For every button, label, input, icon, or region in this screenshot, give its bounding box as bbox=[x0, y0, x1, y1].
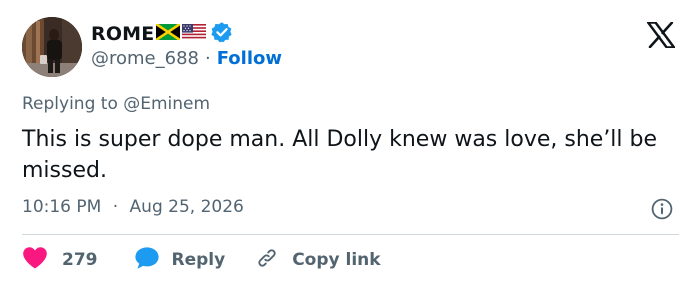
info-icon[interactable] bbox=[651, 198, 673, 220]
reply-button[interactable]: Reply bbox=[134, 246, 226, 275]
author-handle[interactable]: @rome_688 bbox=[91, 48, 199, 69]
usa-flag-icon bbox=[182, 24, 207, 44]
like-button[interactable]: 279 bbox=[22, 246, 98, 275]
separator-dot: · bbox=[204, 48, 211, 69]
tweet-text: This is super dope man. All Dolly knew w… bbox=[22, 127, 658, 183]
replying-to-label: Replying to bbox=[22, 94, 118, 114]
verified-badge-icon bbox=[211, 21, 233, 47]
follow-button[interactable]: Follow bbox=[217, 48, 282, 69]
avatar[interactable] bbox=[22, 17, 82, 77]
replying-to-line: Replying to @Eminem bbox=[22, 94, 210, 114]
x-logo-icon[interactable] bbox=[647, 21, 676, 49]
reply-mention-link[interactable]: @Eminem bbox=[123, 94, 210, 114]
avatar-photo bbox=[22, 17, 82, 77]
tweet-actions-bar: 279 Reply Copy link bbox=[22, 246, 381, 274]
author-handle-row: @rome_688 · Follow bbox=[91, 48, 282, 69]
reply-label: Reply bbox=[171, 250, 226, 270]
copy-link-label: Copy link bbox=[292, 250, 381, 270]
jamaica-flag-icon bbox=[155, 22, 182, 44]
tweet-timestamp[interactable]: 10:16 PM · Aug 25, 2026 bbox=[22, 197, 244, 217]
author-name-row: ROME bbox=[91, 21, 233, 47]
divider bbox=[22, 234, 679, 235]
tweet-date: Aug 25, 2026 bbox=[129, 197, 244, 217]
copy-link-button[interactable]: Copy link bbox=[256, 247, 381, 274]
link-icon bbox=[256, 247, 278, 274]
heart-icon bbox=[22, 246, 48, 275]
tweet-time: 10:16 PM bbox=[22, 197, 102, 217]
author-display-name[interactable]: ROME bbox=[91, 23, 154, 45]
timestamp-separator: · bbox=[112, 197, 119, 217]
speech-bubble-icon bbox=[134, 246, 160, 275]
like-count: 279 bbox=[62, 250, 98, 270]
